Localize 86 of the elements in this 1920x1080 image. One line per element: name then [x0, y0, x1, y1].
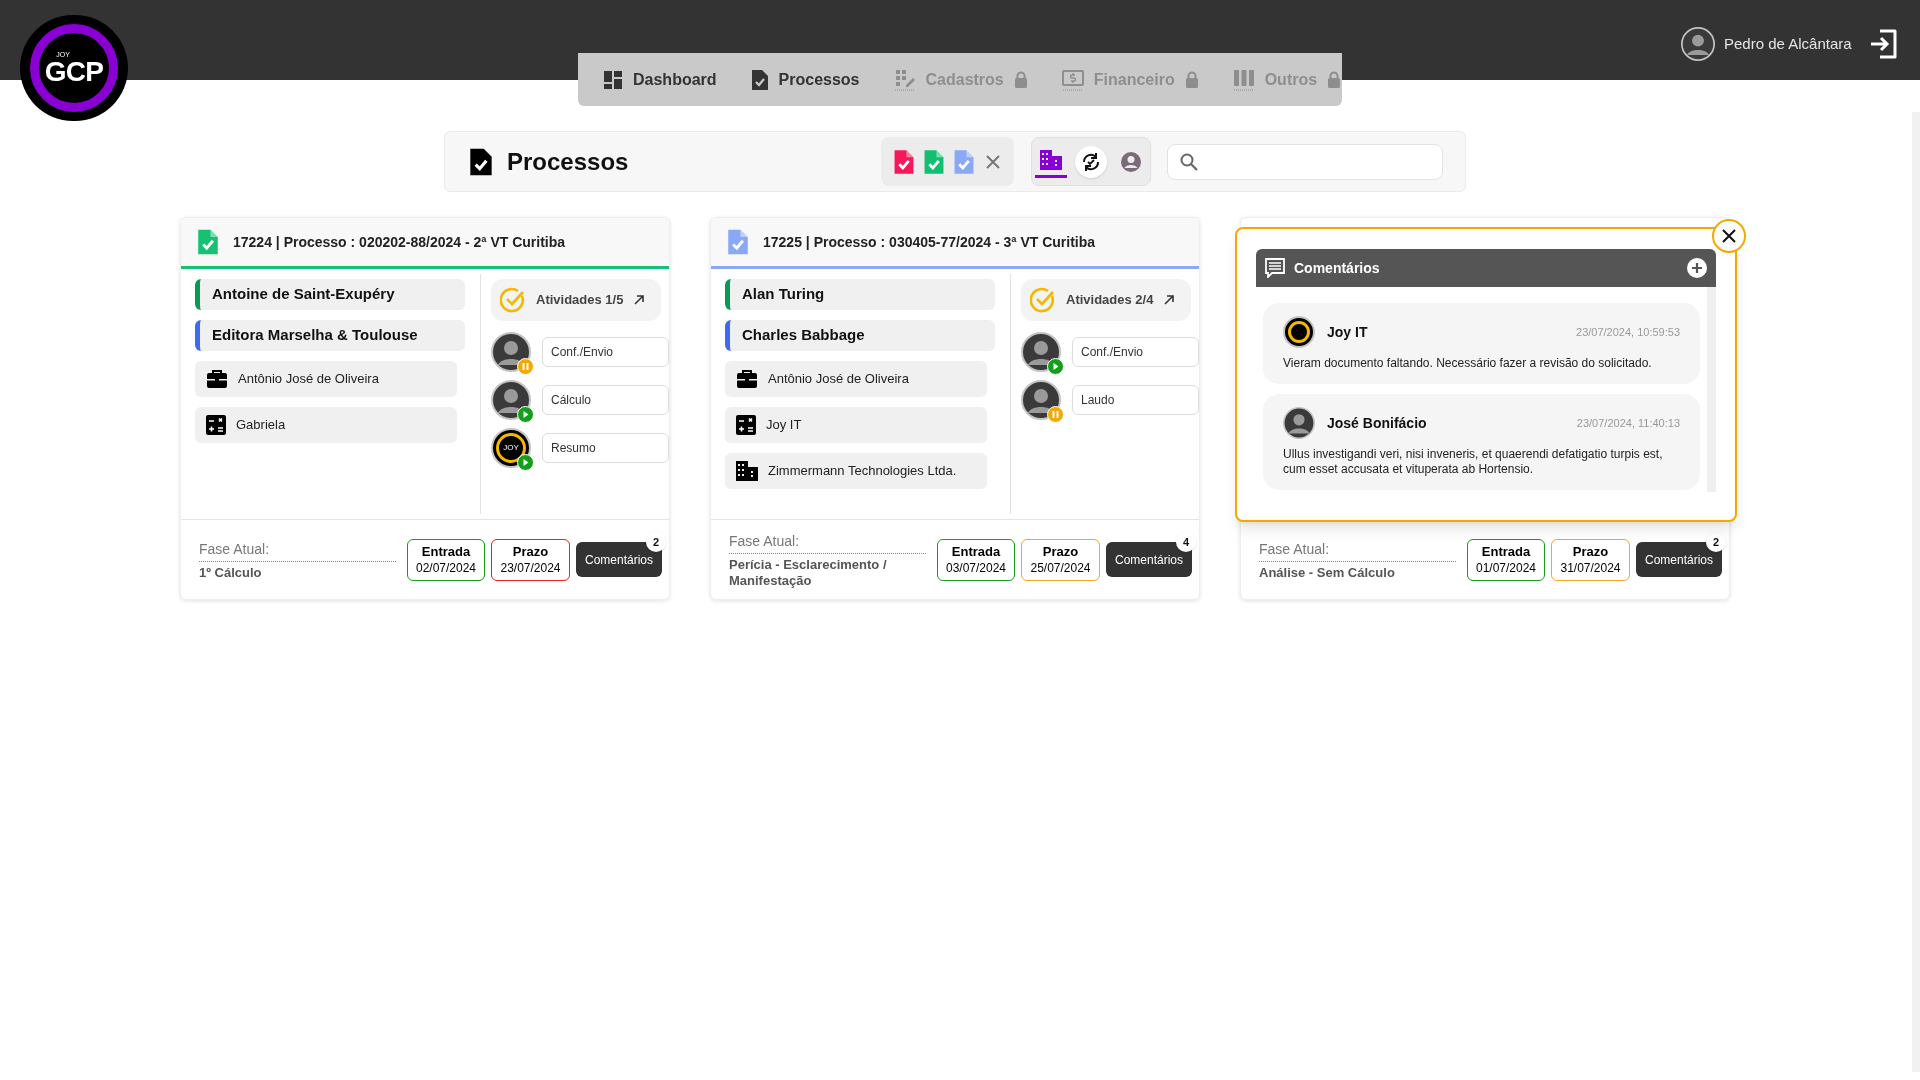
comment-text: Vieram documento faltando. Necessário fazer a revisão do solicitado. [1283, 356, 1653, 371]
detail-text: Zimmermann Technologies Ltda. [768, 462, 957, 481]
activities-link[interactable]: Atividades 2/4 [1021, 279, 1191, 321]
deadline-label: Prazo [1042, 543, 1079, 560]
columns-icon [1232, 67, 1255, 92]
nav-tab[interactable]: Processos [750, 67, 860, 92]
entry-label: Entrada [951, 543, 1001, 560]
phase-label: Fase Atual: [729, 530, 926, 554]
document-check-icon [469, 146, 493, 177]
entry-date: 02/07/2024 [415, 559, 477, 576]
party-name: Editora Marselha & Toulouse [195, 320, 465, 351]
logo-avatar: JOY [491, 428, 531, 468]
entry-label: Entrada [421, 543, 471, 560]
add-icon[interactable] [1687, 258, 1707, 278]
detail-text: Antônio José de Oliveira [238, 370, 379, 389]
briefcase-icon [206, 369, 228, 389]
party-name: Charles Babbage [725, 320, 995, 351]
check-circle-icon [1030, 287, 1056, 313]
phase-label: Fase Atual: [199, 538, 396, 562]
document-check-icon [197, 228, 219, 256]
close-button[interactable] [1712, 219, 1746, 253]
dashboard-icon [603, 69, 623, 90]
document-check-icon [952, 148, 975, 175]
activity-label: Laudo [1072, 385, 1199, 415]
activities-link[interactable]: Atividades 1/5 [491, 279, 661, 321]
search-icon [1180, 152, 1198, 171]
calculator-icon [206, 415, 226, 435]
detail-text: Antônio José de Oliveira [768, 370, 909, 389]
document-check-icon [892, 148, 915, 175]
deadline-label: Prazo [512, 543, 549, 560]
comment-icon [1265, 258, 1285, 278]
comment-time: 23/07/2024, 10:59:53 [1576, 324, 1680, 340]
party-name: Alan Turing [725, 279, 995, 310]
activity-label: Resumo [542, 433, 669, 463]
entry-label: Entrada [1481, 543, 1531, 560]
logo-avatar [1283, 316, 1315, 348]
deadline-label: Prazo [1572, 543, 1609, 560]
comment-count-badge: 2 [646, 532, 666, 552]
briefcase-icon [736, 369, 758, 389]
document-check-icon [750, 68, 769, 91]
lock-icon [1013, 71, 1028, 88]
refresh-icon[interactable] [1075, 145, 1107, 178]
external-arrow-icon [633, 294, 646, 306]
building-icon [736, 461, 758, 481]
deadline-date: 25/07/2024 [1030, 559, 1091, 576]
activity-label: Cálculo [542, 385, 669, 415]
search-field[interactable] [1167, 143, 1443, 180]
party-name: Antoine de Saint-Exupéry [195, 279, 465, 310]
deadline-date: 23/07/2024 [500, 559, 561, 576]
deadline-date: 31/07/2024 [1560, 559, 1621, 576]
user-avatar [1681, 27, 1715, 61]
entry-date: 01/07/2024 [1475, 559, 1537, 576]
activity-label: Conf./Envio [542, 337, 669, 367]
detail-text: Gabriela [236, 416, 286, 435]
nav-tab[interactable]: Dashboard [603, 67, 717, 92]
logout-icon[interactable] [1868, 28, 1900, 60]
external-arrow-icon [1163, 294, 1176, 306]
money-icon [1061, 67, 1084, 92]
phase-value: 1º Cálculo [199, 564, 263, 581]
comment-count-badge: 4 [1176, 532, 1196, 552]
comment-text: Ullus investigandi veri, nisi inveneris, et quaerendi defatigatio turpis est, cum esset accusata et vituperata ab Hortensio. [1283, 447, 1664, 477]
detail-text: Joy IT [766, 416, 802, 435]
calculator-icon [736, 415, 756, 435]
lock-icon [1184, 71, 1199, 88]
comment-author: Joy IT [1327, 322, 1368, 342]
card-title: 17224 | Processo : 020202-88/2024 - 2ª VT Curitiba [233, 232, 566, 252]
phase-value: Perícia - Esclarecimento / Manifestação [729, 556, 888, 589]
close-icon [1722, 229, 1736, 243]
phase-label: Fase Atual: [1259, 538, 1456, 562]
comments-title: Comentários [1294, 258, 1380, 278]
entry-date: 03/07/2024 [945, 559, 1007, 576]
comment-author: José Bonifácio [1327, 413, 1427, 433]
phase-value: Análise - Sem Cálculo [1259, 564, 1396, 581]
check-circle-icon [500, 287, 526, 313]
user-name: Pedro de Alcântara [1724, 33, 1852, 54]
avatar [1283, 407, 1315, 439]
comment-time: 23/07/2024, 11:40:13 [1576, 415, 1680, 431]
page-title: Processos [507, 146, 629, 177]
document-check-icon [727, 228, 749, 256]
comment-count-badge: 2 [1706, 532, 1726, 552]
grid-edit-icon [893, 67, 916, 92]
lock-icon [1327, 71, 1342, 88]
logo-text: GCP [44, 57, 104, 86]
document-check-icon [922, 148, 945, 175]
activity-label: Conf./Envio [1072, 337, 1199, 367]
card-title: 17225 | Processo : 030405-77/2024 - 3ª VT Curitiba [763, 232, 1096, 252]
